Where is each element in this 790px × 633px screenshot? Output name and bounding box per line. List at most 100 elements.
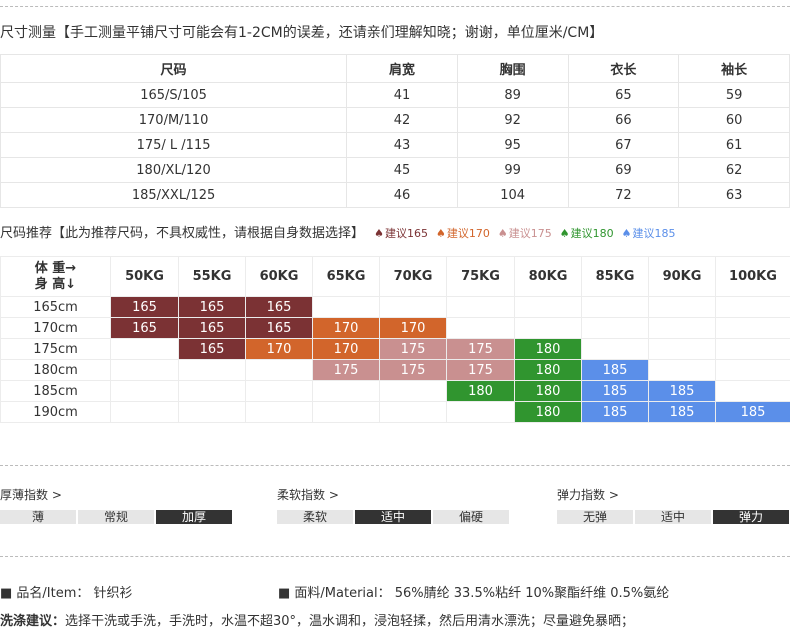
table-row: 185/XXL/125 46 104 72 63	[0, 182, 790, 208]
grid-cell: 185	[581, 401, 649, 423]
thickness-option: 薄	[0, 510, 76, 524]
table-cell: 59	[678, 82, 790, 108]
grid-cell	[312, 401, 380, 423]
grid-cell	[379, 380, 447, 402]
grid-cell: 180	[446, 380, 515, 402]
elasticity-label: 弹力指数 >	[557, 488, 619, 502]
size-col-header: 胸围	[456, 54, 569, 83]
grid-cell	[514, 317, 582, 339]
table-cell: 41	[346, 82, 458, 108]
table-cell: 175/ L /115	[0, 132, 348, 158]
grid-row: 190cm 180 185 185 185	[0, 401, 790, 423]
height-label: 180cm	[0, 359, 111, 381]
weight-header: 100KG	[715, 256, 790, 297]
corner-height: 身 高↓	[34, 276, 77, 292]
divider	[0, 465, 790, 466]
legend-label: 建议180	[570, 227, 614, 240]
thickness-option: 加厚	[156, 510, 232, 524]
table-row: 175/ L /115 43 95 67 61	[0, 132, 790, 158]
grid-cell: 180	[514, 401, 582, 423]
grid-cell: 175	[379, 359, 447, 381]
legend-item: ♠建议185	[622, 227, 680, 240]
thickness-index: 厚薄指数 > 薄常规 加厚	[0, 486, 232, 524]
grid-cell	[110, 338, 179, 360]
height-label: 185cm	[0, 380, 111, 402]
grid-cell	[648, 317, 716, 339]
grid-cell: 185	[581, 359, 649, 381]
height-label: 190cm	[0, 401, 111, 423]
table-cell: 72	[567, 182, 680, 208]
size-col-header: 肩宽	[346, 54, 458, 83]
grid-cell: 165	[110, 296, 179, 318]
grid-cell: 170	[379, 317, 447, 339]
corner-weight: 体 重→	[34, 260, 77, 276]
table-cell: 104	[456, 182, 569, 208]
weight-header: 90KG	[648, 256, 716, 297]
weight-header: 75KG	[446, 256, 515, 297]
table-cell: 66	[567, 107, 680, 133]
legend-label: 建议165	[385, 227, 429, 240]
table-cell: 60	[678, 107, 790, 133]
elasticity-option: 适中	[635, 510, 711, 524]
table-cell: 95	[456, 132, 569, 158]
grid-row: 170cm 165 165 165 170 170	[0, 317, 790, 339]
table-cell: 65	[567, 82, 680, 108]
table-cell: 67	[567, 132, 680, 158]
table-row: 180/XL/120 45 99 69 62	[0, 157, 790, 183]
softness-label: 柔软指数 >	[277, 488, 339, 502]
grid-cell	[312, 296, 380, 318]
grid-cell: 165	[178, 296, 246, 318]
softness-index: 柔软指数 > 柔软 适中 偏硬	[277, 486, 509, 524]
table-cell: 89	[456, 82, 569, 108]
care-advice: 洗涤建议：选择干洗或手洗，手洗时，水温不超30°，温水调和，浸泡轻揉，然后用清水…	[0, 610, 634, 629]
care-text: 选择干洗或手洗，手洗时，水温不超30°，温水调和，浸泡轻揉，然后用清水漂洗；尽量…	[65, 614, 635, 629]
size-table: 尺码 肩宽 胸围 衣长 袖长 165/S/105 41 89 65 59 170/M/110 42 9…	[0, 54, 790, 208]
size-col-header: 袖长	[678, 54, 790, 83]
table-cell: 45	[346, 157, 458, 183]
spade-icon: ♠	[559, 227, 570, 240]
table-row: 170/M/110 42 92 66 60	[0, 107, 790, 133]
table-row: 165/S/105 41 89 65 59	[0, 82, 790, 108]
size-col-header: 尺码	[0, 54, 348, 83]
grid-cell	[379, 296, 447, 318]
weight-header: 70KG	[379, 256, 447, 297]
divider	[0, 556, 790, 557]
legend-item: ♠建议170	[436, 227, 494, 240]
table-cell: 92	[456, 107, 569, 133]
recommend-grid: 体 重→ 身 高↓ 50KG 55KG 60KG 65KG 70KG 75KG 80KG 85K…	[0, 256, 790, 423]
grid-corner: 体 重→ 身 高↓	[0, 256, 111, 297]
grid-row: 185cm 180 180 185 185	[0, 380, 790, 402]
grid-cell: 185	[715, 401, 790, 423]
table-cell: 180/XL/120	[0, 157, 348, 183]
weight-header: 60KG	[245, 256, 313, 297]
grid-cell: 165	[110, 317, 179, 339]
grid-cell: 165	[245, 296, 313, 318]
weight-header: 55KG	[178, 256, 246, 297]
grid-cell	[245, 380, 313, 402]
table-cell: 165/S/105	[0, 82, 348, 108]
softness-option: 偏硬	[433, 510, 509, 524]
weight-header: 85KG	[581, 256, 649, 297]
legend-item: ♠建议180	[560, 227, 618, 240]
grid-cell	[178, 359, 246, 381]
size-measure-title: 尺寸测量【手工测量平铺尺寸可能会有1-2CM的误差，还请亲们理解知晓；谢谢，单位…	[0, 25, 604, 41]
grid-cell	[648, 296, 716, 318]
grid-cell: 165	[178, 317, 246, 339]
grid-cell	[379, 401, 447, 423]
thickness-label: 厚薄指数 >	[0, 488, 62, 502]
grid-cell	[312, 380, 380, 402]
height-label: 170cm	[0, 317, 111, 339]
spade-icon: ♠	[621, 227, 632, 240]
table-cell: 185/XXL/125	[0, 182, 348, 208]
table-cell: 62	[678, 157, 790, 183]
legend-item: ♠建议175	[498, 227, 556, 240]
table-cell: 99	[456, 157, 569, 183]
elasticity-bar: 无弹 适中 弹力	[557, 510, 790, 524]
grid-cell	[245, 359, 313, 381]
table-cell: 170/M/110	[0, 107, 348, 133]
grid-cell	[178, 401, 246, 423]
grid-cell	[581, 296, 649, 318]
item-name: ■ 品名/Item： 针织衫	[0, 586, 133, 601]
size-col-header: 衣长	[567, 54, 680, 83]
care-label: 洗涤建议：	[0, 614, 66, 629]
